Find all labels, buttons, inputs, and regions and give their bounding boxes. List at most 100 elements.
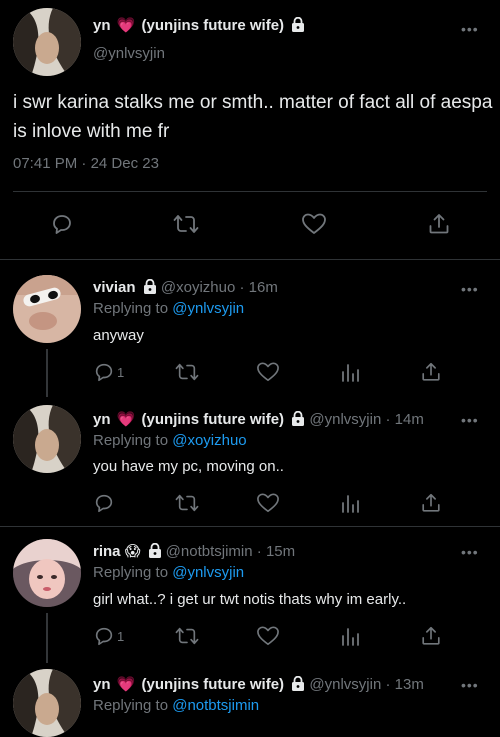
lock-icon bbox=[291, 410, 305, 430]
retweet-button[interactable] bbox=[173, 212, 199, 236]
display-name-suffix[interactable]: (yunjins future wife) bbox=[142, 411, 285, 428]
retweet-button[interactable] bbox=[175, 492, 199, 514]
replying-label: Replying to bbox=[93, 564, 169, 581]
like-button[interactable] bbox=[256, 361, 280, 383]
tweet-age[interactable]: 16m bbox=[249, 279, 278, 296]
replying-label: Replying to bbox=[93, 697, 169, 714]
views-button[interactable] bbox=[339, 492, 361, 514]
display-name[interactable]: rina bbox=[93, 543, 121, 560]
display-name[interactable]: yn bbox=[93, 676, 111, 693]
more-icon[interactable]: ••• bbox=[461, 281, 479, 297]
divider bbox=[0, 259, 500, 260]
tweet-age[interactable]: 13m bbox=[395, 676, 424, 693]
avatar-photo bbox=[13, 405, 81, 473]
reply-icon bbox=[95, 494, 113, 513]
reply-button[interactable]: 1 bbox=[93, 361, 124, 383]
separator: · bbox=[385, 411, 391, 428]
handle[interactable]: @ynlvsyjin bbox=[309, 411, 381, 428]
reply-button[interactable]: 1 bbox=[93, 625, 124, 647]
replying-to-link[interactable]: @notbtsjimin bbox=[172, 697, 259, 714]
like-button[interactable] bbox=[301, 212, 327, 236]
replying-to: Replying to @xoyizhuo bbox=[93, 432, 247, 449]
tweet-author[interactable]: yn 💗 (yunjins future wife) bbox=[93, 16, 305, 36]
retweet-button[interactable] bbox=[175, 361, 199, 383]
divider bbox=[13, 191, 487, 192]
tweet-author[interactable]: rina 😱 @notbtsjimin · 15m bbox=[93, 542, 295, 562]
reply-button[interactable] bbox=[50, 212, 74, 236]
more-icon[interactable]: ••• bbox=[461, 544, 479, 560]
views-icon bbox=[342, 628, 359, 646]
tweet-age[interactable]: 15m bbox=[266, 543, 295, 560]
tweet-text: i swr karina stalks me or smth.. matter … bbox=[13, 92, 493, 142]
reply-count: 1 bbox=[117, 628, 125, 644]
tweet-timestamp: 07:41 PM · 24 Dec 23 bbox=[13, 155, 159, 172]
like-button[interactable] bbox=[256, 625, 280, 647]
tweet-text: girl what..? i get ur twt notis thats wh… bbox=[93, 591, 407, 608]
lock-icon bbox=[148, 542, 162, 562]
replying-label: Replying to bbox=[93, 432, 169, 449]
tweet-age[interactable]: 14m bbox=[395, 411, 424, 428]
tweet-author[interactable]: vivian @xoyizhuo · 16m bbox=[93, 278, 278, 298]
handle[interactable]: @ynlvsyjin bbox=[309, 676, 381, 693]
more-icon[interactable]: ••• bbox=[461, 412, 479, 428]
avatar[interactable] bbox=[13, 669, 81, 737]
avatar-photo bbox=[13, 275, 81, 343]
more-icon[interactable]: ••• bbox=[461, 21, 479, 37]
retweet-icon bbox=[175, 363, 199, 381]
replying-to-link[interactable]: @ynlvsyjin bbox=[172, 564, 244, 581]
replying-to-link[interactable]: @xoyizhuo bbox=[172, 432, 246, 449]
thread-line bbox=[46, 613, 48, 663]
share-icon bbox=[422, 493, 440, 512]
like-icon bbox=[257, 626, 279, 646]
views-button[interactable] bbox=[339, 361, 361, 383]
reply-button[interactable] bbox=[93, 492, 117, 514]
display-name-suffix[interactable]: (yunjins future wife) bbox=[142, 17, 285, 34]
display-name[interactable]: yn bbox=[93, 411, 111, 428]
replying-to-link[interactable]: @ynlvsyjin bbox=[172, 300, 244, 317]
tweet-text: anyway bbox=[93, 327, 144, 344]
views-button[interactable] bbox=[339, 625, 361, 647]
avatar[interactable] bbox=[13, 8, 81, 76]
share-button[interactable] bbox=[420, 625, 442, 647]
avatar[interactable] bbox=[13, 539, 81, 607]
handle[interactable]: @xoyizhuo bbox=[161, 279, 235, 296]
heart-emoji-icon: 💗 bbox=[116, 411, 136, 428]
more-icon[interactable]: ••• bbox=[461, 677, 479, 693]
divider bbox=[0, 526, 500, 527]
replying-to: Replying to @notbtsjimin bbox=[93, 697, 259, 714]
share-button[interactable] bbox=[427, 212, 451, 236]
scream-emoji-icon: 😱 bbox=[124, 543, 141, 560]
views-icon bbox=[342, 364, 359, 382]
thread-line bbox=[46, 349, 48, 397]
display-name[interactable]: yn bbox=[93, 17, 111, 34]
separator: · bbox=[256, 543, 262, 560]
avatar[interactable] bbox=[13, 405, 81, 473]
lock-icon bbox=[143, 278, 157, 298]
tweet-time[interactable]: 07:41 PM bbox=[13, 155, 77, 172]
like-button[interactable] bbox=[256, 492, 280, 514]
display-name-suffix[interactable]: (yunjins future wife) bbox=[142, 676, 285, 693]
share-icon bbox=[422, 362, 440, 381]
avatar-photo bbox=[13, 539, 81, 607]
retweet-icon bbox=[175, 627, 199, 645]
like-icon bbox=[257, 493, 279, 513]
handle[interactable]: @notbtsjimin bbox=[166, 543, 253, 560]
avatar[interactable] bbox=[13, 275, 81, 343]
reply-icon bbox=[95, 363, 113, 382]
lock-icon bbox=[291, 675, 305, 695]
share-button[interactable] bbox=[420, 361, 442, 383]
tweet-author[interactable]: yn 💗 (yunjins future wife) @ynlvsyjin · … bbox=[93, 410, 424, 430]
retweet-button[interactable] bbox=[175, 625, 199, 647]
heart-emoji-icon: 💗 bbox=[116, 17, 136, 34]
replying-label: Replying to bbox=[93, 300, 169, 317]
tweet-text: you have my pc, moving on.. bbox=[93, 458, 284, 475]
replying-to: Replying to @ynlvsyjin bbox=[93, 300, 244, 317]
tweet-author[interactable]: yn 💗 (yunjins future wife) @ynlvsyjin · … bbox=[93, 675, 424, 695]
separator: · bbox=[239, 279, 245, 296]
handle[interactable]: @ynlvsyjin bbox=[93, 45, 165, 62]
share-button[interactable] bbox=[420, 492, 442, 514]
share-icon bbox=[422, 626, 440, 645]
tweet-date[interactable]: 24 Dec 23 bbox=[91, 155, 159, 172]
display-name[interactable]: vivian bbox=[93, 279, 136, 296]
like-icon bbox=[257, 362, 279, 382]
